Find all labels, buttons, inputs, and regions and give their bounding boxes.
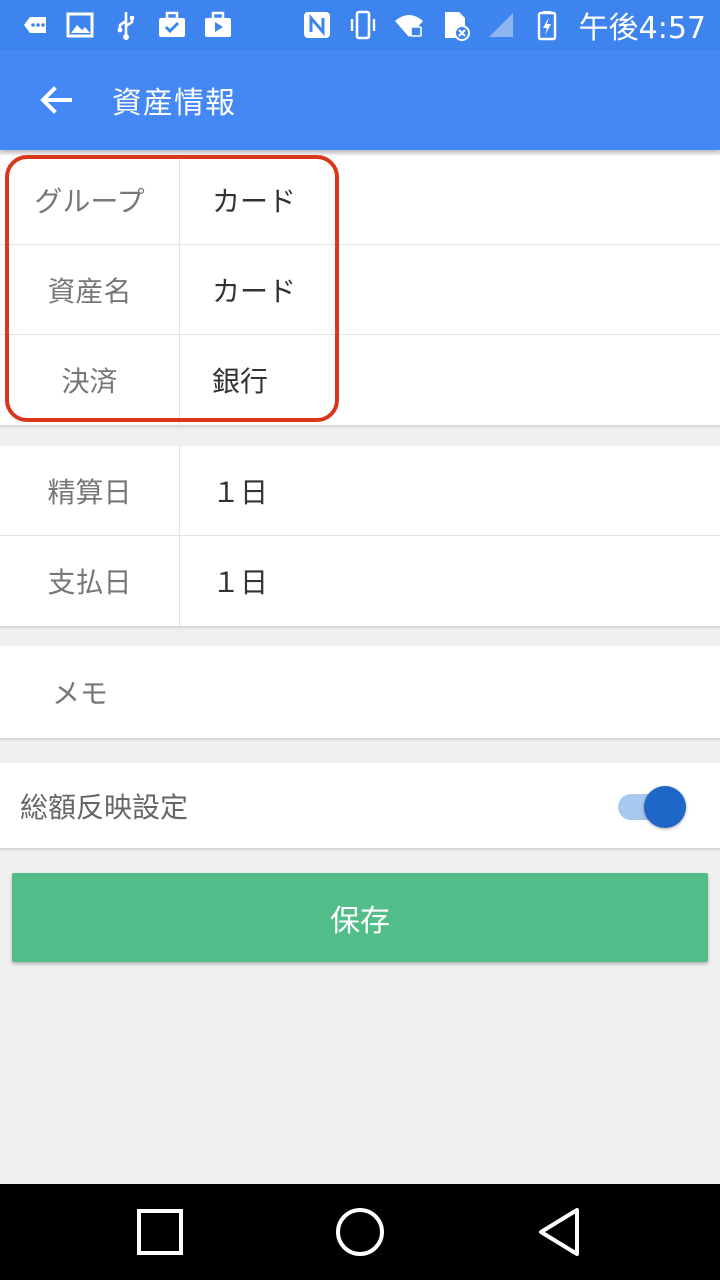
payment-day-row[interactable]: 支払日 １日 <box>0 536 720 626</box>
total-reflect-toggle[interactable] <box>618 785 686 828</box>
navigation-bar <box>0 1184 720 1280</box>
square-icon <box>137 1209 183 1255</box>
recent-apps-button[interactable] <box>130 1202 190 1262</box>
billing-dates-section: 精算日 １日 支払日 １日 <box>0 446 720 626</box>
settlement-value[interactable]: 銀行 <box>180 335 720 425</box>
total-reflect-row: 総額反映設定 <box>0 763 720 848</box>
closing-day-value[interactable]: １日 <box>180 446 720 535</box>
payment-day-label: 支払日 <box>0 536 180 626</box>
group-value[interactable]: カード <box>180 155 720 244</box>
settlement-label: 決済 <box>0 335 180 425</box>
home-button[interactable] <box>330 1202 390 1262</box>
circle-icon <box>336 1208 384 1256</box>
arrow-back-icon <box>40 86 72 114</box>
group-row[interactable]: グループ カード <box>0 155 720 245</box>
briefcase-check-icon <box>156 9 188 41</box>
payment-day-value[interactable]: １日 <box>180 536 720 626</box>
app-bar: 資産情報 <box>0 50 720 150</box>
asset-name-value[interactable]: カード <box>180 245 720 334</box>
battery-charging-icon <box>531 9 563 41</box>
nfc-icon <box>301 9 333 41</box>
status-bar: 午後4:57 <box>0 0 720 50</box>
closing-day-label: 精算日 <box>0 446 180 535</box>
overflow-icon <box>18 9 50 41</box>
status-icons-left <box>18 9 234 41</box>
toggle-thumb <box>644 785 686 828</box>
asset-basic-section: グループ カード 資産名 カード 決済 銀行 <box>0 155 720 425</box>
settlement-row[interactable]: 決済 銀行 <box>0 335 720 425</box>
triangle-back-icon <box>539 1208 579 1256</box>
briefcase-play-icon <box>202 9 234 41</box>
vibrate-icon <box>347 9 379 41</box>
status-icons-right: 午後4:57 <box>301 3 706 47</box>
usb-icon <box>110 9 142 41</box>
save-button[interactable]: 保存 <box>12 873 708 962</box>
memo-placeholder: メモ <box>52 677 109 710</box>
asset-name-label: 資産名 <box>0 245 180 334</box>
back-nav-button[interactable] <box>530 1202 590 1262</box>
image-icon <box>64 9 96 41</box>
total-reflect-label: 総額反映設定 <box>20 790 189 824</box>
wifi-icon <box>393 9 425 41</box>
status-clock: 午後4:57 <box>578 11 706 46</box>
memo-field[interactable]: メモ <box>0 646 720 738</box>
closing-day-row[interactable]: 精算日 １日 <box>0 446 720 536</box>
back-button[interactable] <box>0 50 112 150</box>
asset-name-row[interactable]: 資産名 カード <box>0 245 720 335</box>
sim-icon <box>439 9 471 41</box>
page-title: 資産情報 <box>112 86 236 121</box>
signal-icon <box>485 9 517 41</box>
group-label: グループ <box>0 155 180 244</box>
